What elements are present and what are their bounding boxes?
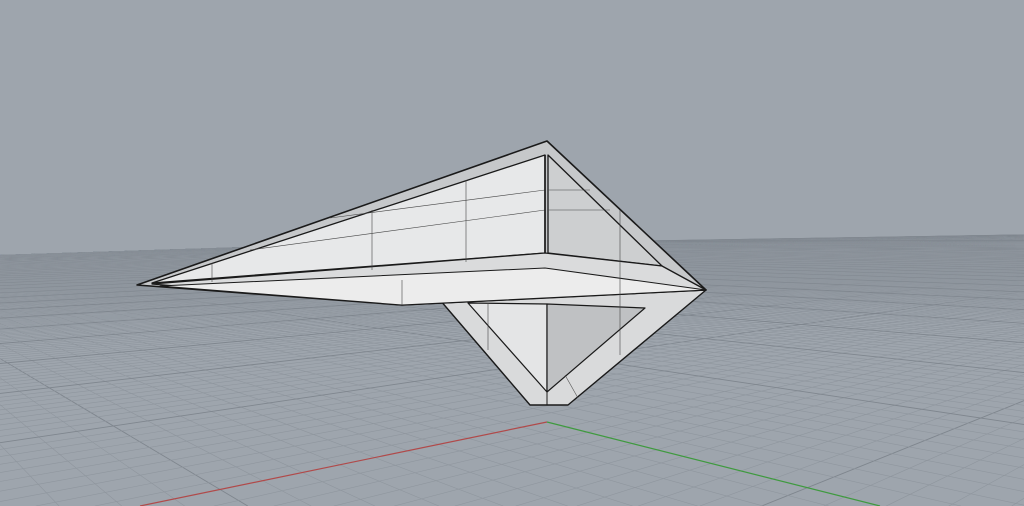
grid-minor-line [0, 0, 679, 189]
grid-minor-line [0, 0, 248, 136]
grid-minor-line [681, 0, 1024, 101]
grid-minor-line [333, 334, 1024, 506]
viewport-canvas[interactable] [0, 0, 1024, 506]
grid-minor-line [1016, 0, 1024, 4]
grid-minor-line [0, 0, 193, 121]
grid-minor-line [0, 0, 26, 29]
grid-minor-line [0, 0, 785, 195]
grid-minor-line [0, 343, 312, 506]
grid-major-line [0, 0, 519, 177]
y-axis-line [546, 421, 881, 506]
grid-minor-line [823, 417, 1024, 506]
grid-major-line [0, 358, 249, 506]
grid-minor-line [394, 340, 1024, 506]
grid-minor-line [905, 0, 1024, 49]
wing-inner-right-face [547, 154, 663, 267]
perspective-viewport[interactable] [0, 0, 1024, 506]
grid-major-line [961, 0, 1024, 29]
grid-minor-line [0, 0, 357, 157]
grid-minor-line [0, 0, 302, 148]
grid-minor-line [737, 0, 1024, 91]
grid-minor-line [624, 0, 1024, 110]
grid-minor-line [850, 0, 1024, 66]
grid-minor-line [0, 0, 573, 182]
grid-minor-line [0, 0, 411, 165]
grid-minor-line [0, 0, 732, 192]
grid-minor-line [0, 0, 137, 101]
grid-minor-line [886, 438, 1024, 506]
grid-minor-line [0, 0, 838, 197]
paper-plane-model[interactable] [136, 140, 707, 406]
grid-minor-line [0, 0, 465, 172]
grid-minor-line [948, 464, 1024, 506]
grid-minor-line [0, 0, 82, 72]
grid-minor-line [794, 0, 1024, 80]
grid-minor-line [0, 444, 60, 506]
grid-minor-line [638, 374, 1024, 506]
